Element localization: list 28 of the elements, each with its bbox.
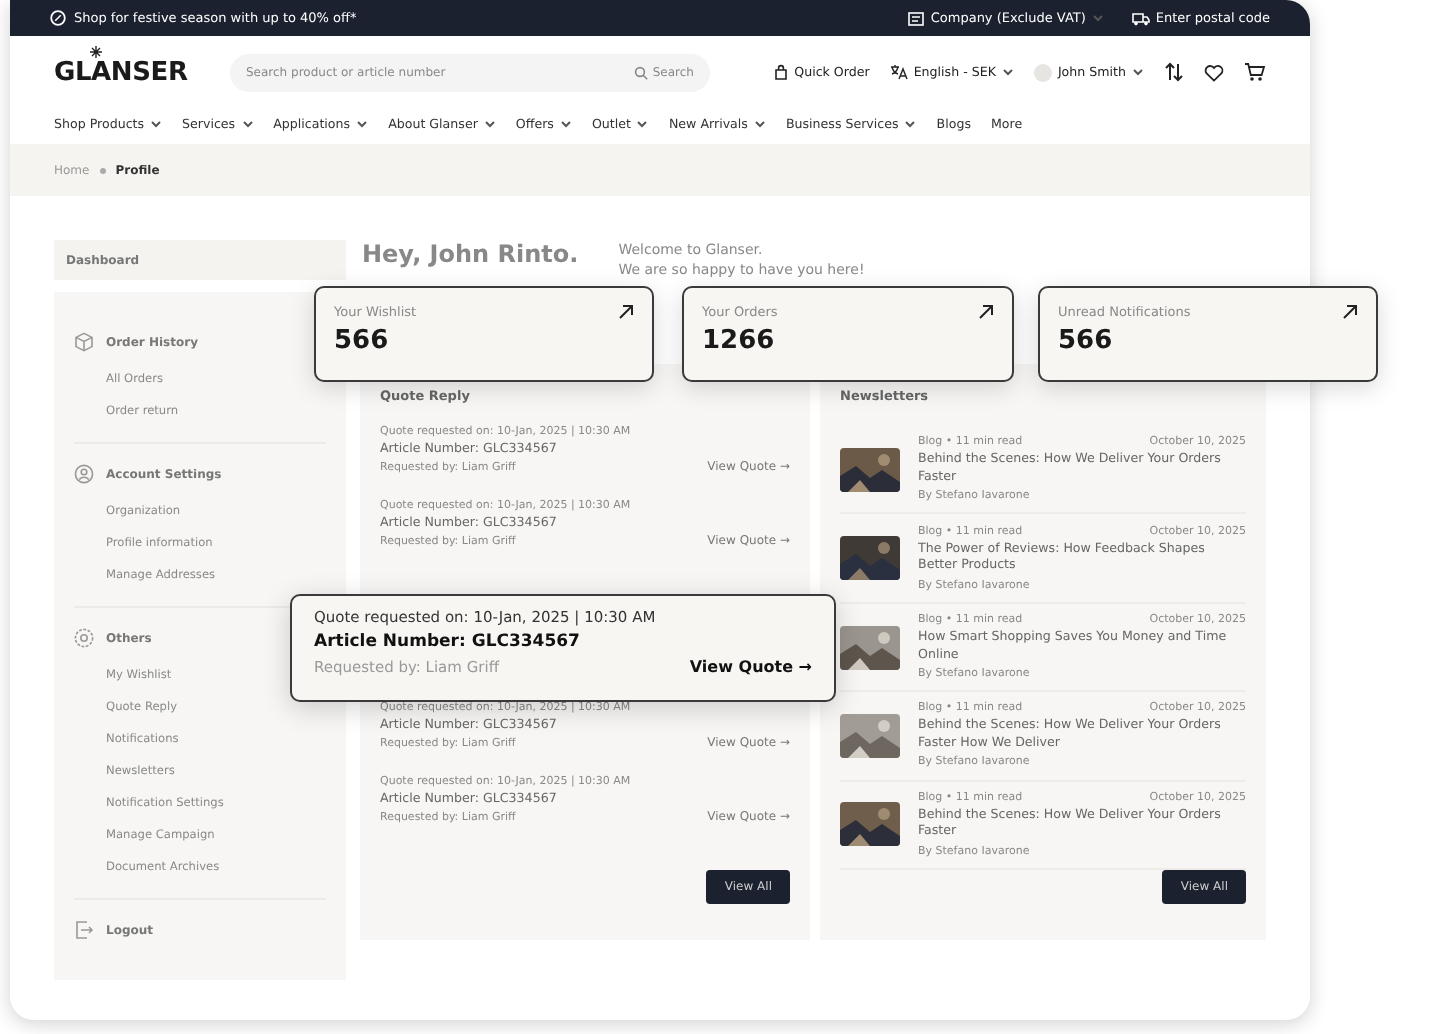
caret-icon bbox=[1091, 14, 1104, 22]
stat-value: 1266 bbox=[702, 326, 777, 356]
greeting-title: Hey, John Rinto. bbox=[362, 240, 579, 268]
view-quote-link[interactable]: View Quote → bbox=[689, 658, 812, 676]
logout-icon bbox=[74, 920, 94, 940]
box-icon bbox=[74, 332, 94, 352]
bag-icon bbox=[774, 64, 789, 80]
document-icon bbox=[908, 11, 925, 25]
heart-icon[interactable] bbox=[1204, 63, 1224, 81]
truck-icon bbox=[1131, 11, 1150, 25]
arrow-up-right-icon bbox=[978, 304, 994, 320]
separator-icon bbox=[99, 167, 106, 173]
arrow-up-right-icon bbox=[618, 304, 634, 320]
avatar-icon bbox=[1033, 63, 1052, 81]
search-icon bbox=[634, 65, 649, 79]
gear-icon bbox=[74, 628, 94, 648]
caret-icon bbox=[1132, 68, 1144, 76]
arrow-up-right-icon bbox=[1342, 304, 1358, 320]
compare-icon[interactable] bbox=[1164, 62, 1184, 82]
user-circle-icon bbox=[74, 464, 94, 484]
cart-icon[interactable] bbox=[1244, 62, 1266, 82]
article-number: Article Number: GLC334567 bbox=[314, 632, 582, 652]
logo[interactable]: GLANSER bbox=[54, 57, 188, 87]
stat-value: 566 bbox=[1058, 326, 1115, 356]
stat-value: 566 bbox=[334, 326, 391, 356]
caret-icon bbox=[1001, 68, 1014, 76]
translate-icon bbox=[889, 64, 908, 80]
sparkle-icon bbox=[88, 45, 104, 57]
